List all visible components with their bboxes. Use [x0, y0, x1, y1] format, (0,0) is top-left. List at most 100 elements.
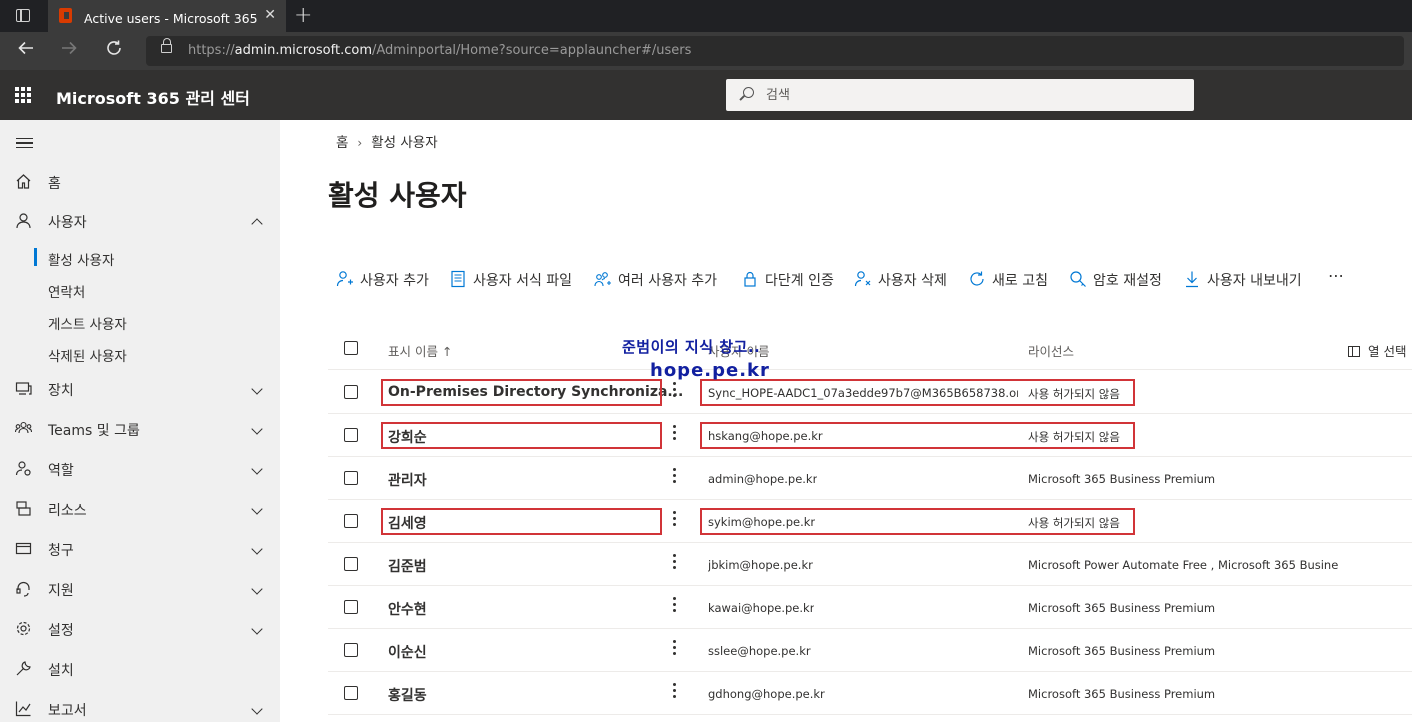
new-tab-button[interactable]: + [294, 3, 312, 28]
more-commands-icon[interactable]: ⋯ [1328, 266, 1345, 285]
sidebar-item-active-users[interactable]: 활성 사용자 [0, 244, 280, 272]
app-launcher-icon[interactable] [15, 87, 31, 103]
user-license: Microsoft 365 Business Premium [1028, 601, 1216, 615]
chevron-down-icon [251, 383, 263, 395]
row-checkbox[interactable] [344, 428, 358, 442]
row-checkbox[interactable] [344, 514, 358, 528]
tab-actions-icon[interactable] [16, 9, 30, 22]
table-row[interactable]: 이순신 sslee@hope.pe.kr Microsoft 365 Busin… [328, 629, 1412, 672]
nav-item-users[interactable]: 사용자 [0, 206, 280, 236]
watermark-line-1: 준범이의 지식 창고.. [622, 338, 761, 356]
highlight-box-name [381, 379, 662, 406]
resource-icon [16, 501, 31, 516]
row-checkbox[interactable] [344, 385, 358, 399]
user-license: Microsoft Power Automate Free , Microsof… [1028, 558, 1338, 572]
breadcrumb-home-link[interactable]: 홈 [336, 135, 348, 151]
user-display-name[interactable]: 홍길동 [388, 685, 427, 705]
nav-item-resources[interactable]: 리소스 [0, 494, 280, 524]
user-display-name[interactable]: 안수현 [388, 599, 427, 619]
lock-icon[interactable] [161, 38, 172, 53]
app-name[interactable]: Microsoft 365 관리 센터 [56, 85, 250, 109]
nav-item-settings[interactable]: 설정 [0, 614, 280, 644]
user-username: jbkim@hope.pe.kr [708, 558, 813, 572]
nav-item-roles[interactable]: 역할 [0, 454, 280, 484]
command-label: 사용자 추가 [360, 273, 429, 289]
row-more-actions-icon[interactable] [671, 508, 677, 532]
row-more-actions-icon[interactable] [671, 680, 677, 704]
nav-item-reports[interactable]: 보고서 [0, 694, 280, 722]
user-username: kawai@hope.pe.kr [708, 601, 815, 615]
user-display-name[interactable]: 관리자 [388, 470, 427, 490]
user-username: sslee@hope.pe.kr [708, 644, 811, 658]
command-label: 암호 재설정 [1093, 273, 1162, 289]
row-more-actions-icon[interactable] [671, 594, 677, 618]
row-checkbox[interactable] [344, 643, 358, 657]
hamburger-menu-icon[interactable] [16, 138, 33, 148]
row-checkbox[interactable] [344, 471, 358, 485]
highlight-box-details [700, 379, 1135, 406]
nav-label: 설치 [48, 663, 74, 679]
key-search-icon [1070, 271, 1086, 287]
search-icon [743, 87, 754, 98]
row-more-actions-icon[interactable] [671, 422, 677, 446]
row-more-actions-icon[interactable] [671, 637, 677, 661]
row-more-actions-icon[interactable] [671, 551, 677, 575]
choose-columns-button[interactable]: 열 선택 [1348, 341, 1406, 360]
columns-icon [1348, 346, 1360, 357]
nav-label: 삭제된 사용자 [48, 349, 127, 365]
nav-item-setup[interactable]: 설치 [0, 654, 280, 684]
reload-icon[interactable] [105, 39, 123, 62]
sidebar-item-guest-users[interactable]: 게스트 사용자 [0, 308, 280, 336]
tab-close-icon[interactable]: ✕ [264, 7, 276, 23]
back-arrow-icon[interactable] [17, 39, 35, 62]
browser-tab-active[interactable]: Active users - Microsoft 365 관리 ✕ [48, 0, 286, 32]
row-checkbox[interactable] [344, 600, 358, 614]
column-header-display-name[interactable]: 표시 이름 ↑ [388, 341, 452, 360]
command-label: 사용자 내보내기 [1207, 273, 1302, 289]
chevron-down-icon [251, 703, 263, 715]
watermark: 준범이의 지식 창고.. hope.pe.kr [622, 336, 769, 381]
user-username: admin@hope.pe.kr [708, 472, 818, 486]
group-icon [15, 421, 32, 434]
table-row[interactable]: 관리자 admin@hope.pe.kr Microsoft 365 Busin… [328, 457, 1412, 500]
breadcrumb-separator-icon: › [357, 136, 363, 150]
nav-label: 연락처 [48, 285, 86, 301]
search-input[interactable] [766, 85, 1166, 105]
nav-item-teams-groups[interactable]: Teams 및 그룹 [0, 414, 280, 444]
user-display-name[interactable]: 이순신 [388, 642, 427, 662]
nav-label: Teams 및 그룹 [48, 423, 140, 439]
table-row[interactable]: 안수현 kawai@hope.pe.kr Microsoft 365 Busin… [328, 586, 1412, 629]
command-bar: 사용자 추가 사용자 서식 파일 여러 사용자 추가 다단계 인증 사용자 삭제… [328, 262, 1412, 296]
nav-item-home[interactable]: 홈 [0, 167, 280, 197]
highlight-box-details [700, 422, 1135, 449]
gear-icon [16, 621, 31, 636]
command-label: 사용자 삭제 [878, 273, 947, 289]
nav-label: 보고서 [48, 703, 87, 719]
url-text[interactable]: https://admin.microsoft.com/Adminportal/… [188, 43, 691, 58]
user-license: Microsoft 365 Business Premium [1028, 687, 1216, 701]
table-row[interactable]: 김준범 jbkim@hope.pe.kr Microsoft Power Aut… [328, 543, 1412, 586]
sidebar-item-deleted-users[interactable]: 삭제된 사용자 [0, 340, 280, 368]
user-display-name[interactable]: 김준범 [388, 556, 427, 576]
user-license: Microsoft 365 Business Premium [1028, 644, 1216, 658]
wrench-icon [16, 661, 31, 676]
select-all-checkbox[interactable] [344, 341, 358, 355]
column-header-license[interactable]: 라이선스 [1028, 341, 1074, 360]
billing-icon [15, 542, 32, 555]
nav-item-billing[interactable]: 청구 [0, 534, 280, 564]
office-favicon-icon [59, 8, 72, 23]
row-more-actions-icon[interactable] [671, 465, 677, 489]
table-row[interactable]: 홍길동 gdhong@hope.pe.kr Microsoft 365 Busi… [328, 672, 1412, 715]
search-box[interactable] [726, 79, 1194, 111]
row-checkbox[interactable] [344, 686, 358, 700]
nav-item-support[interactable]: 지원 [0, 574, 280, 604]
row-checkbox[interactable] [344, 557, 358, 571]
add-person-icon [336, 271, 353, 287]
nav-label: 활성 사용자 [48, 253, 115, 269]
row-more-actions-icon[interactable] [671, 379, 677, 403]
address-bar[interactable]: https://admin.microsoft.com/Adminportal/… [146, 36, 1404, 66]
home-icon [16, 174, 31, 189]
forward-arrow-icon[interactable] [60, 39, 78, 62]
nav-item-devices[interactable]: 장치 [0, 374, 280, 404]
sidebar-item-contacts[interactable]: 연락처 [0, 276, 280, 304]
